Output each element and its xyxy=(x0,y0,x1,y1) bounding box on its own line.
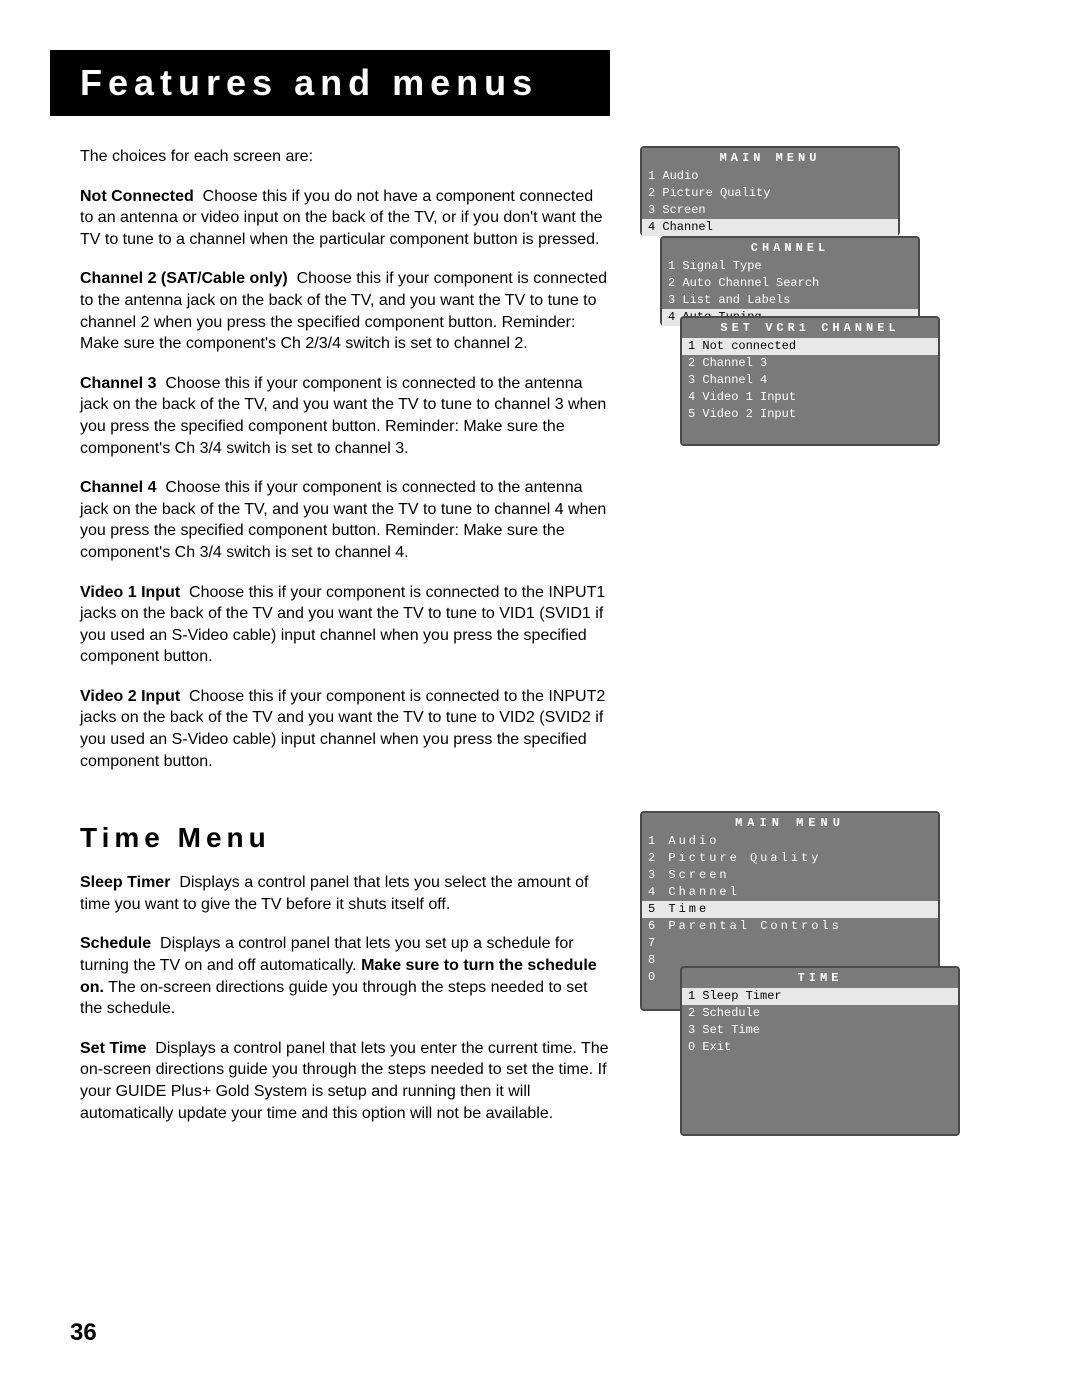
main-menu-title-2: MAIN MENU xyxy=(642,813,938,833)
time-menu-heading: Time Menu xyxy=(80,822,610,854)
label-channel4: Channel 4 xyxy=(80,479,156,496)
menu-item: 2 Picture Quality xyxy=(642,185,898,202)
screenshots-column: MAIN MENU 1 Audio 2 Picture Quality 3 Sc… xyxy=(640,146,1020,1142)
time-menu-panel: TIME 1 Sleep Timer 2 Schedule 3 Set Time… xyxy=(680,966,960,1136)
menu-item: 3 Set Time xyxy=(682,1022,958,1039)
channel-menu-panel: CHANNEL 1 Signal Type 2 Auto Channel Sea… xyxy=(660,236,920,326)
menu-item: 5 Video 2 Input xyxy=(682,406,938,423)
label-set-time: Set Time xyxy=(80,1040,146,1057)
text-channel3: Choose this if your component is connect… xyxy=(80,375,606,457)
para-sleep-timer: Sleep Timer Displays a control panel tha… xyxy=(80,872,610,915)
menu-item: 3 List and Labels xyxy=(662,292,918,309)
menu-item-selected: 1 Sleep Timer xyxy=(682,988,958,1005)
body-column: The choices for each screen are: Not Con… xyxy=(50,146,610,1142)
menu-item-selected: 1 Not connected xyxy=(682,338,938,355)
page-number: 36 xyxy=(70,1319,97,1347)
menu-stack-channel: MAIN MENU 1 Audio 2 Picture Quality 3 Sc… xyxy=(640,146,1020,466)
label-sleep-timer: Sleep Timer xyxy=(80,874,170,891)
main-menu-title: MAIN MENU xyxy=(642,148,898,168)
menu-item: 3 Screen xyxy=(642,867,938,884)
menu-item: 2 Auto Channel Search xyxy=(662,275,918,292)
para-video2: Video 2 Input Choose this if your compon… xyxy=(80,686,610,772)
menu-item: 1 Audio xyxy=(642,168,898,185)
time-menu-title: TIME xyxy=(682,968,958,988)
text-schedule-2: The on-screen directions guide you throu… xyxy=(80,979,588,1018)
label-not-connected: Not Connected xyxy=(80,188,194,205)
menu-item: 7 xyxy=(642,935,938,952)
menu-item: 3 Screen xyxy=(642,202,898,219)
menu-item: 6 Parental Controls xyxy=(642,918,938,935)
vcr1-menu-panel: SET VCR1 CHANNEL 1 Not connected 2 Chann… xyxy=(680,316,940,446)
label-channel2: Channel 2 (SAT/Cable only) xyxy=(80,270,288,287)
text-channel4: Choose this if your component is connect… xyxy=(80,479,606,561)
intro-text: The choices for each screen are: xyxy=(80,146,610,168)
menu-item: 1 Audio xyxy=(642,833,938,850)
para-video1: Video 1 Input Choose this if your compon… xyxy=(80,582,610,668)
menu-item: 4 Channel xyxy=(642,884,938,901)
menu-item: 2 Picture Quality xyxy=(642,850,938,867)
main-menu-panel: MAIN MENU 1 Audio 2 Picture Quality 3 Sc… xyxy=(640,146,900,236)
channel-menu-title: CHANNEL xyxy=(662,238,918,258)
label-video1: Video 1 Input xyxy=(80,584,180,601)
menu-item: 3 Channel 4 xyxy=(682,372,938,389)
label-schedule: Schedule xyxy=(80,935,151,952)
label-channel3: Channel 3 xyxy=(80,375,156,392)
text-set-time: Displays a control panel that lets you e… xyxy=(80,1040,609,1122)
menu-item-selected: 4 Channel xyxy=(642,219,898,236)
menu-item: 2 Channel 3 xyxy=(682,355,938,372)
menu-item: 0 Exit xyxy=(682,1039,958,1056)
para-channel4: Channel 4 Choose this if your component … xyxy=(80,477,610,563)
para-not-connected: Not Connected Choose this if you do not … xyxy=(80,186,610,251)
para-channel2: Channel 2 (SAT/Cable only) Choose this i… xyxy=(80,268,610,354)
para-channel3: Channel 3 Choose this if your component … xyxy=(80,373,610,459)
menu-item: 2 Schedule xyxy=(682,1005,958,1022)
menu-stack-time: MAIN MENU 1 Audio 2 Picture Quality 3 Sc… xyxy=(640,811,1020,1131)
menu-item-selected: 5 Time xyxy=(642,901,938,918)
para-set-time: Set Time Displays a control panel that l… xyxy=(80,1038,610,1124)
menu-item: 4 Video 1 Input xyxy=(682,389,938,406)
menu-item: 1 Signal Type xyxy=(662,258,918,275)
page-title: Features and menus xyxy=(50,50,610,116)
vcr1-menu-title: SET VCR1 CHANNEL xyxy=(682,318,938,338)
label-video2: Video 2 Input xyxy=(80,688,180,705)
para-schedule: Schedule Displays a control panel that l… xyxy=(80,933,610,1019)
